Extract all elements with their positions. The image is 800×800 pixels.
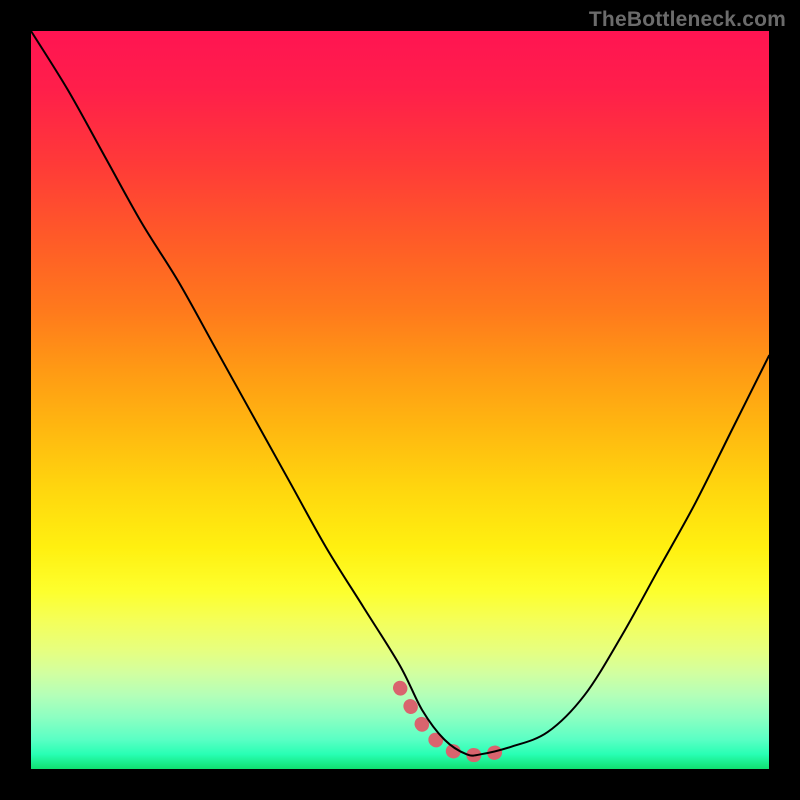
chart-stage: TheBottleneck.com [0, 0, 800, 800]
bottleneck-curve [31, 31, 769, 756]
watermark-text: TheBottleneck.com [589, 8, 786, 32]
plot-area [31, 31, 769, 769]
curve-layer [31, 31, 769, 769]
